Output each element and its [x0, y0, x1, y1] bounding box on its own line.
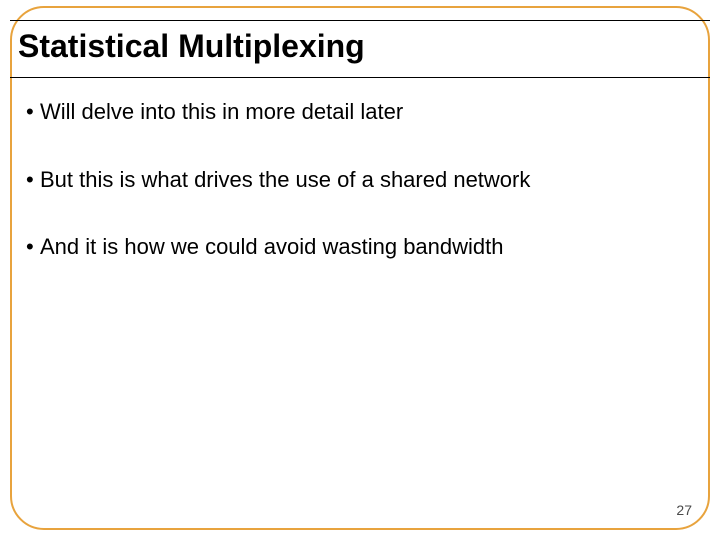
bullet-dot-icon: •: [26, 233, 40, 261]
slide-body: •Will delve into this in more detail lat…: [26, 98, 694, 301]
bullet-dot-icon: •: [26, 98, 40, 126]
bullet-item: •But this is what drives the use of a sh…: [26, 166, 694, 194]
title-rule-bottom: [10, 77, 710, 78]
bullet-text: Will delve into this in more detail late…: [40, 99, 403, 124]
bullet-text: And it is how we could avoid wasting ban…: [40, 234, 504, 259]
title-rule-top: [10, 20, 710, 21]
title-bar: Statistical Multiplexing: [10, 20, 710, 78]
bullet-text: But this is what drives the use of a sha…: [40, 167, 530, 192]
bullet-item: •Will delve into this in more detail lat…: [26, 98, 694, 126]
bullet-dot-icon: •: [26, 166, 40, 194]
page-number: 27: [676, 502, 692, 518]
slide: Statistical Multiplexing •Will delve int…: [0, 0, 720, 540]
bullet-item: •And it is how we could avoid wasting ba…: [26, 233, 694, 261]
slide-title: Statistical Multiplexing: [18, 28, 365, 65]
